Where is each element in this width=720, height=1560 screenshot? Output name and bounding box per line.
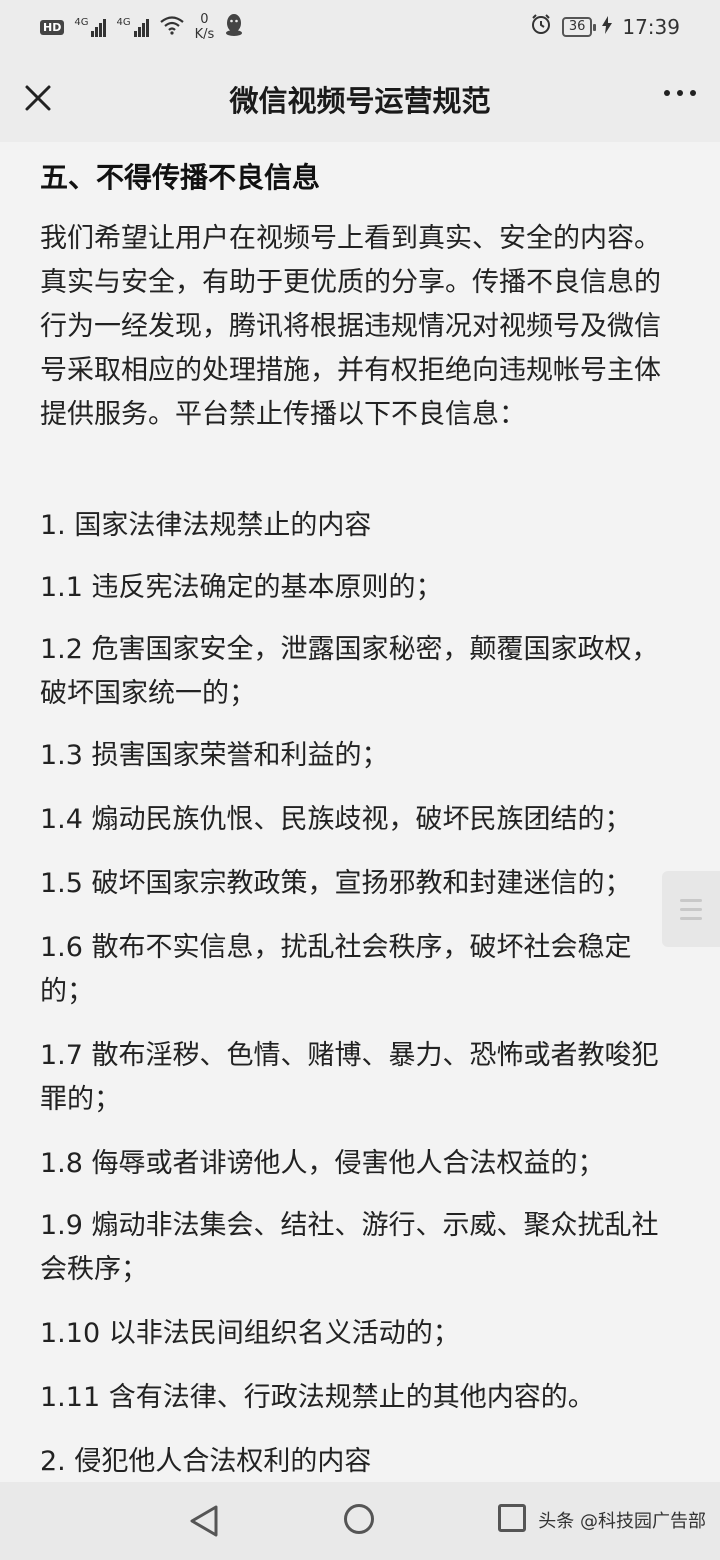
battery-icon: 36: [561, 16, 596, 37]
signal-icon-2: 4G: [116, 17, 149, 37]
list-item: 1.7 散布淫秽、色情、赌博、暴力、恐怖或者教唆犯罪的；: [40, 1040, 659, 1115]
list-item: 1.8 侮辱或者诽谤他人，侵害他人合法权益的；: [40, 1148, 605, 1179]
status-right: 36 17:39: [530, 13, 680, 40]
back-button[interactable]: [188, 1504, 220, 1542]
scroll-handle[interactable]: [662, 871, 720, 947]
signal-icon-1: 4G: [74, 17, 107, 37]
list-item: 1.4 煽动民族仇恨、民族歧视，破坏民族团结的；: [40, 804, 632, 835]
list-item: 1.9 煽动非法集会、结社、游行、示威、聚众扰乱社会秩序；: [40, 1210, 659, 1285]
more-icon: [664, 90, 670, 96]
watermark: 头条 @科技园广告部: [538, 1511, 706, 1532]
charging-bolt-icon: [602, 15, 613, 39]
hd-badge: HD: [40, 19, 65, 35]
list-item: 1.10 以非法民间组织名义活动的；: [40, 1318, 460, 1349]
header-bar: 微信视频号运营规范: [0, 54, 720, 142]
page-title: 微信视频号运营规范: [229, 84, 491, 118]
qq-penguin-icon: [224, 13, 244, 42]
clock-time: 17:39: [622, 14, 680, 39]
status-left: HD 4G 4G 0 K/s: [40, 12, 244, 42]
article-content[interactable]: 五、不得传播不良信息 我们希望让用户在视频号上看到真实、安全的内容。真实与安全，…: [0, 142, 720, 1482]
wifi-icon: [159, 15, 185, 40]
intro-paragraph: 我们希望让用户在视频号上看到真实、安全的内容。真实与安全，有助于更优质的分享。传…: [40, 223, 661, 430]
recent-apps-button[interactable]: [498, 1504, 526, 1532]
network-speed: 0 K/s: [194, 12, 215, 42]
list-item: 2. 侵犯他人合法权利的内容: [40, 1446, 372, 1477]
alarm-clock-icon: [530, 13, 552, 40]
list-item: 1. 国家法律法规禁止的内容: [40, 510, 372, 541]
list-item: 1.5 破坏国家宗教政策，宣扬邪教和封建迷信的；: [40, 868, 632, 899]
list-item: 1.1 违反宪法确定的基本原则的；: [40, 572, 443, 603]
more-button[interactable]: [664, 90, 696, 96]
list-item: 1.11 含有法律、行政法规禁止的其他内容的。: [40, 1382, 595, 1413]
list-item: 1.6 散布不实信息，扰乱社会秩序，破坏社会稳定的；: [40, 932, 632, 1007]
back-triangle-icon: [190, 1505, 218, 1537]
list-item: 1.2 危害国家安全，泄露国家秘密，颠覆国家政权，破坏国家统一的；: [40, 634, 659, 709]
system-nav-bar: 头条 @科技园广告部: [0, 1482, 720, 1560]
section-heading: 五、不得传播不良信息: [40, 161, 321, 194]
list-item: 1.3 损害国家荣誉和利益的；: [40, 740, 389, 771]
home-button[interactable]: [344, 1504, 374, 1534]
status-bar: HD 4G 4G 0 K/s 36 17:39: [0, 0, 720, 54]
scroll-handle-icon: [680, 898, 702, 902]
